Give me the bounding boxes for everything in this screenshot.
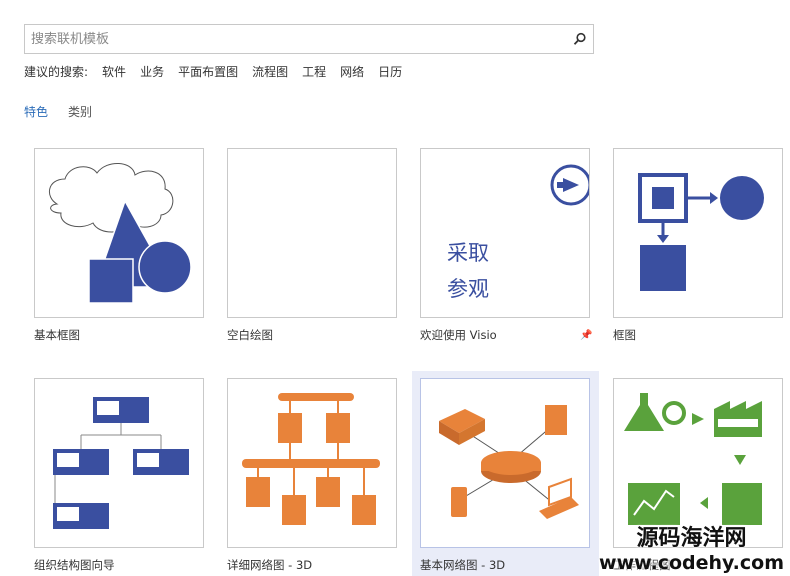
template-thumbnail (227, 378, 397, 548)
suggested-link-floorplan[interactable]: 平面布置图 (178, 63, 238, 80)
template-workflow[interactable]: 工作流程图 (613, 378, 783, 573)
suggested-link-business[interactable]: 业务 (140, 63, 164, 80)
template-org-chart-wizard[interactable]: 组织结构图向导 (34, 378, 204, 573)
search-icon (573, 32, 586, 45)
suggested-link-engineering[interactable]: 工程 (302, 63, 326, 80)
suggested-link-software[interactable]: 软件 (102, 63, 126, 80)
template-caption: 欢迎使用 Visio (420, 328, 497, 342)
template-caption: 基本框图 (34, 328, 80, 342)
welcome-thumb-text-2: 参观 (447, 277, 489, 301)
search-box[interactable] (24, 24, 594, 54)
template-caption: 详细网络图 - 3D (227, 558, 313, 572)
template-caption: 工作流程图 (613, 558, 671, 572)
network-3d-icon (242, 393, 380, 525)
template-caption: 基本网络图 - 3D (420, 558, 506, 572)
welcome-thumb-text-1: 采取 (447, 241, 489, 265)
tab-categories[interactable]: 类别 (68, 103, 92, 120)
template-thumbnail (34, 378, 204, 548)
template-basic-block[interactable]: 基本框图 (34, 148, 204, 343)
template-detailed-network-3d[interactable]: 详细网络图 - 3D (227, 378, 397, 573)
suggested-link-flowchart[interactable]: 流程图 (252, 63, 288, 80)
search-input[interactable] (25, 25, 567, 53)
workflow-icon (624, 393, 762, 525)
tab-featured[interactable]: 特色 (24, 103, 48, 120)
template-blank-drawing[interactable]: 空白绘图 (227, 148, 397, 343)
template-thumbnail (420, 378, 590, 548)
basic-network-icon (439, 405, 579, 519)
template-thumbnail (613, 148, 783, 318)
suggested-link-calendar[interactable]: 日历 (378, 63, 402, 80)
org-chart-icon (53, 397, 189, 529)
template-basic-network-3d[interactable]: 基本网络图 - 3D (420, 378, 590, 573)
pin-icon[interactable]: 📌 (580, 330, 592, 341)
template-thumbnail (34, 148, 204, 318)
template-thumbnail: 采取 参观 (420, 148, 590, 318)
template-welcome-visio[interactable]: 采取 参观 欢迎使用 Visio 📌 (420, 148, 592, 343)
search-button[interactable] (567, 26, 593, 52)
template-thumbnail (227, 148, 397, 318)
suggested-searches: 建议的搜索: 软件 业务 平面布置图 流程图 工程 网络 日历 (24, 63, 402, 80)
template-caption: 组织结构图向导 (34, 558, 115, 572)
template-caption: 空白绘图 (227, 328, 273, 342)
template-block-diagram[interactable]: 框图 (613, 148, 783, 343)
suggested-link-network[interactable]: 网络 (340, 63, 364, 80)
template-tabs: 特色 类别 (24, 103, 92, 120)
basic-shapes-icon (49, 163, 192, 304)
template-caption: 框图 (613, 328, 636, 342)
block-diagram-icon (638, 173, 764, 291)
template-thumbnail (613, 378, 783, 548)
suggested-searches-label: 建议的搜索: (24, 65, 89, 79)
